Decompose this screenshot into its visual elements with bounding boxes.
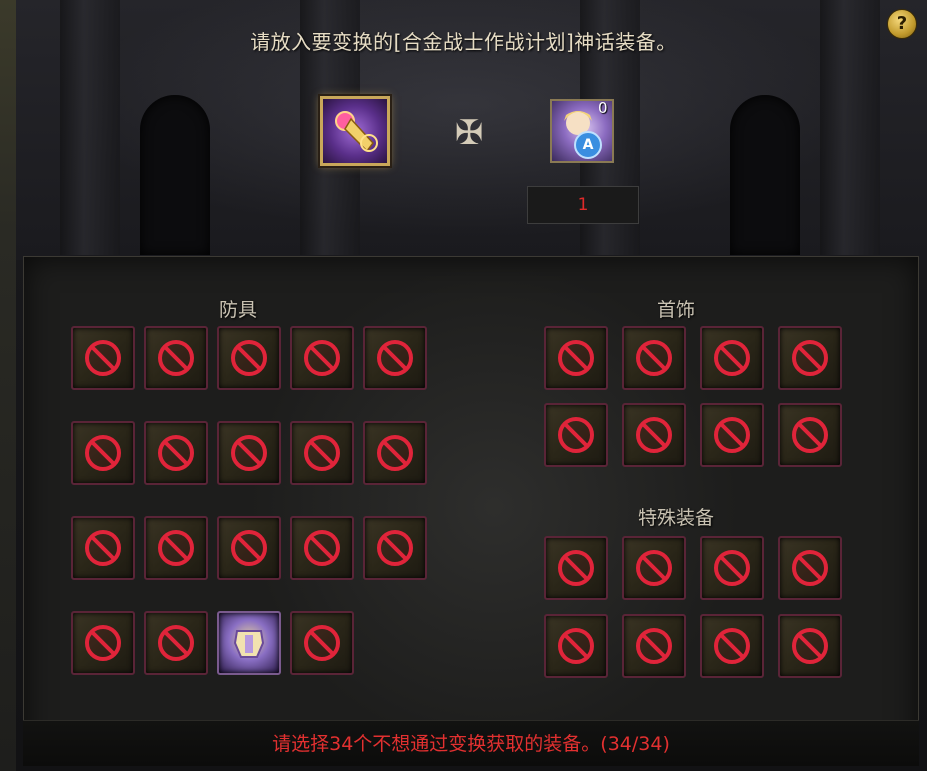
equipment-slot-excluded[interactable] [217,421,281,485]
equipment-slot-excluded[interactable] [544,326,608,390]
equipment-slot-excluded[interactable] [778,403,842,467]
prohibited-icon [158,435,194,471]
equipment-slot-excluded[interactable] [778,326,842,390]
quantity-field[interactable]: 1 [527,186,639,224]
equipment-slot-excluded[interactable] [544,614,608,678]
prohibited-icon [231,530,267,566]
prohibited-icon [792,417,828,453]
equipment-slot-excluded[interactable] [544,536,608,600]
prohibited-icon [377,435,413,471]
prohibited-icon [158,625,194,661]
prohibited-icon [792,550,828,586]
prohibited-icon [158,530,194,566]
equipment-slot-excluded[interactable] [290,421,354,485]
prohibited-icon [636,340,672,376]
selection-status-text: 请选择34个不想通过变换获取的装备。(34/34) [23,720,919,766]
prohibited-icon [636,417,672,453]
equipment-slot-excluded[interactable] [71,421,135,485]
prohibited-icon [636,550,672,586]
equipment-slot-excluded[interactable] [700,536,764,600]
exclusion-selection-panel: 防具 首饰 特殊装备 [23,256,919,766]
equipment-slot-excluded[interactable] [290,611,354,675]
prohibited-icon [377,530,413,566]
prohibited-icon [158,340,194,376]
window-title: 请放入要变换的[合金战士作战计划]神话装备。 [250,30,677,54]
equipment-armor-icon [233,630,265,658]
equipment-slot-excluded[interactable] [622,403,686,467]
mythic-weapon-icon [335,111,378,153]
background-arch-window [730,95,800,255]
equipment-slot-selected[interactable] [217,611,281,675]
equipment-slot-excluded[interactable] [144,516,208,580]
equipment-slot-excluded[interactable] [144,611,208,675]
equipment-slot-excluded[interactable] [622,326,686,390]
equipment-slot-excluded[interactable] [363,421,427,485]
prohibited-icon [558,417,594,453]
prohibited-icon [231,340,267,376]
prohibited-icon [714,340,750,376]
section-title-special: 特殊装备 [637,507,714,529]
help-button[interactable]: ? [887,9,917,39]
prohibited-icon [714,628,750,664]
equipment-slot-excluded[interactable] [700,403,764,467]
equipment-slot-excluded[interactable] [217,516,281,580]
equipment-slot-excluded[interactable] [217,326,281,390]
prohibited-icon [304,530,340,566]
equipment-slot-excluded[interactable] [622,614,686,678]
prohibited-icon [636,628,672,664]
equipment-slot-excluded[interactable] [71,326,135,390]
prohibited-icon [792,340,828,376]
material-count: 0 [598,99,608,117]
equipment-slot-excluded[interactable] [778,536,842,600]
prohibited-icon [85,625,121,661]
prohibited-icon [714,417,750,453]
equipment-conversion-window: 请放入要变换的[合金战士作战计划]神话装备。 ? ✠ A 0 1 防具 首饰 特… [0,0,927,771]
prohibited-icon [377,340,413,376]
section-title-armor: 防具 [218,299,257,321]
prohibited-icon [558,628,594,664]
equipment-slot-excluded[interactable] [144,326,208,390]
equipment-slot-excluded[interactable] [544,403,608,467]
mythic-equipment-slot[interactable] [320,96,390,166]
background-arch-window [140,95,210,255]
plus-icon: ✠ [454,113,484,153]
prohibited-icon [231,435,267,471]
equipment-slot-excluded[interactable] [71,611,135,675]
prohibited-icon [558,550,594,586]
prohibited-icon [714,550,750,586]
equipment-slot-excluded[interactable] [700,326,764,390]
prohibited-icon [85,530,121,566]
prohibited-icon [304,625,340,661]
prohibited-icon [558,340,594,376]
section-title-accessories: 首饰 [656,299,695,321]
prohibited-icon [85,340,121,376]
equipment-slot-excluded[interactable] [700,614,764,678]
equipment-slot-excluded[interactable] [363,326,427,390]
equipment-slot-excluded[interactable] [290,516,354,580]
a-grade-badge-icon: A [574,131,602,159]
equipment-slot-excluded[interactable] [71,516,135,580]
left-edge-strip [0,0,16,771]
equipment-slot-excluded[interactable] [144,421,208,485]
prohibited-icon [304,340,340,376]
equipment-slot-excluded[interactable] [622,536,686,600]
prohibited-icon [85,435,121,471]
equipment-slot-excluded[interactable] [363,516,427,580]
prohibited-icon [304,435,340,471]
equipment-slot-excluded[interactable] [290,326,354,390]
prohibited-icon [792,628,828,664]
equipment-slot-excluded[interactable] [778,614,842,678]
